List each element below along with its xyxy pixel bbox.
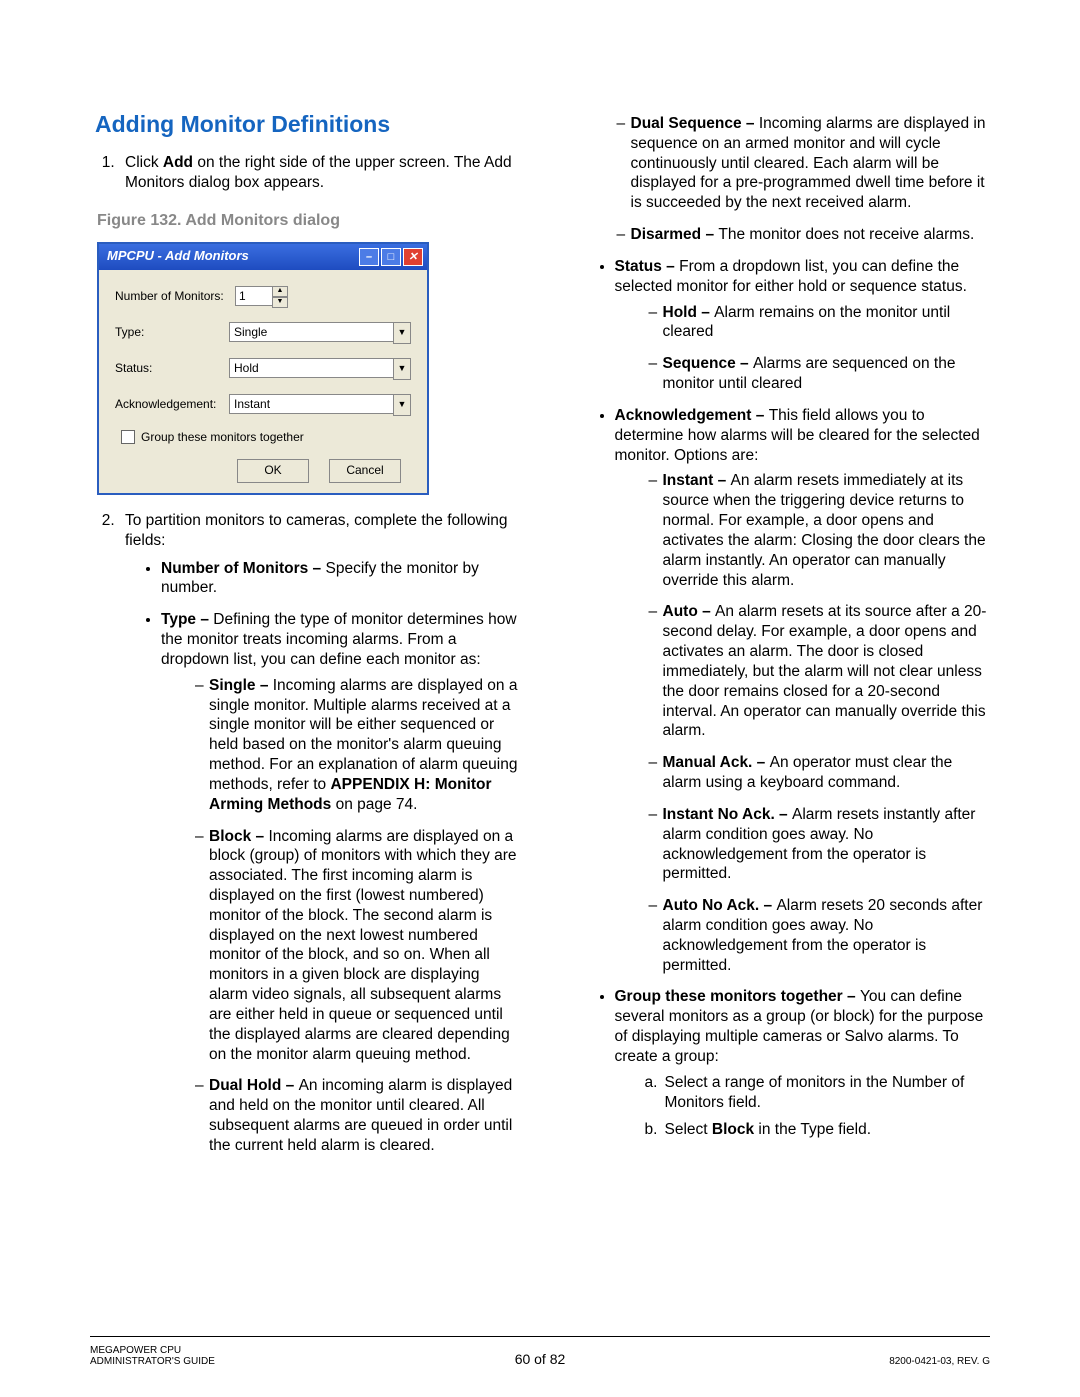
- type-lead: Type –: [161, 611, 213, 628]
- step2-intro: To partition monitors to cameras, comple…: [125, 512, 508, 549]
- page-number: 60 of 82: [90, 1351, 990, 1367]
- page-footer: MEGAPOWER CPU ADMINISTRATOR'S GUIDE 60 o…: [90, 1345, 990, 1367]
- seq-lead: Sequence –: [663, 355, 753, 372]
- ack-anoack: –Auto No Ack. – Alarm resets 20 seconds …: [649, 896, 991, 975]
- type-single: – Single – Incoming alarms are displayed…: [195, 676, 523, 815]
- section-heading: Adding Monitor Definitions: [95, 110, 523, 139]
- ok-button[interactable]: OK: [237, 459, 309, 483]
- status-dropdown[interactable]: ▼: [229, 358, 411, 380]
- type-dualhold: – Dual Hold – An incoming alarm is displ…: [195, 1076, 523, 1155]
- group-b-post: in the Type field.: [754, 1121, 871, 1138]
- field-ack: Acknowledgement – This field allows you …: [615, 406, 991, 976]
- dualhold-lead: Dual Hold –: [209, 1077, 299, 1094]
- step1-bold: Add: [163, 154, 193, 171]
- dropdown-arrow-icon[interactable]: ▼: [393, 322, 411, 344]
- num-monitors-spinner[interactable]: ▲ ▼: [235, 286, 411, 308]
- status-value[interactable]: [229, 358, 394, 378]
- group-b-pre: Select: [665, 1121, 712, 1138]
- manual-lead: Manual Ack. –: [663, 754, 770, 771]
- field-list-cont: Status – From a dropdown list, you can d…: [563, 257, 991, 1140]
- two-column-layout: Adding Monitor Definitions Click Add on …: [95, 110, 990, 1168]
- num-monitors-label: Number of Monitors:: [115, 289, 235, 304]
- instant-rest: An alarm resets immediately at its sourc…: [663, 472, 986, 588]
- status-seq: –Sequence – Alarms are sequenced on the …: [649, 354, 991, 394]
- block-lead: Block –: [209, 828, 268, 845]
- status-options: –Hold – Alarm remains on the monitor unt…: [615, 303, 991, 394]
- field-num-monitors: Number of Monitors – Specify the monitor…: [161, 559, 523, 599]
- ack-lead: Acknowledgement –: [615, 407, 769, 424]
- type-dualseq: – Dual Sequence – Incoming alarms are di…: [617, 114, 991, 213]
- ack-manual: –Manual Ack. – An operator must clear th…: [649, 753, 991, 793]
- type-options: – Single – Incoming alarms are displayed…: [161, 676, 523, 1156]
- dialog-title: MPCPU - Add Monitors: [107, 248, 357, 265]
- step-1: Click Add on the right side of the upper…: [119, 153, 523, 193]
- status-hold: –Hold – Alarm remains on the monitor unt…: [649, 303, 991, 343]
- figure-caption: Figure 132. Add Monitors dialog: [97, 211, 523, 231]
- instant-lead: Instant –: [663, 472, 731, 489]
- group-step-b: b.Select Block in the Type field.: [645, 1120, 991, 1140]
- right-column: – Dual Sequence – Incoming alarms are di…: [563, 110, 991, 1168]
- ack-instant: –Instant – An alarm resets immediately a…: [649, 471, 991, 590]
- type-rest: Defining the type of monitor determines …: [161, 611, 517, 668]
- footer-rule: [90, 1336, 990, 1337]
- procedure-list: Click Add on the right side of the upper…: [95, 153, 523, 193]
- procedure-list-cont: To partition monitors to cameras, comple…: [95, 511, 523, 1156]
- auto-lead: Auto –: [663, 603, 716, 620]
- single-lead: Single –: [209, 677, 273, 694]
- block-rest: Incoming alarms are displayed on a block…: [209, 828, 517, 1063]
- spinner-down-icon[interactable]: ▼: [272, 297, 288, 308]
- ack-options: –Instant – An alarm resets immediately a…: [615, 471, 991, 975]
- type-value[interactable]: [229, 322, 394, 342]
- dualseq-lead: Dual Sequence –: [631, 115, 759, 132]
- left-column: Adding Monitor Definitions Click Add on …: [95, 110, 523, 1168]
- cancel-button[interactable]: Cancel: [329, 459, 401, 483]
- group-steps: a.Select a range of monitors in the Numb…: [615, 1073, 991, 1140]
- type-disarmed: – Disarmed – The monitor does not receiv…: [617, 225, 991, 245]
- spinner-up-icon[interactable]: ▲: [272, 286, 288, 297]
- auto-rest: An alarm resets at its source after a 20…: [663, 603, 987, 739]
- close-icon[interactable]: ✕: [403, 248, 423, 266]
- disarmed-lead: Disarmed –: [631, 226, 719, 243]
- field-group: Group these monitors together – You can …: [615, 987, 991, 1140]
- ack-value[interactable]: [229, 394, 394, 414]
- page: Adding Monitor Definitions Click Add on …: [0, 0, 1080, 1397]
- disarmed-rest: The monitor does not receive alarms.: [718, 226, 974, 243]
- ack-dropdown[interactable]: ▼: [229, 394, 411, 416]
- single-tail: on page 74.: [331, 796, 417, 813]
- step1-pre: Click: [125, 154, 163, 171]
- group-step-a: a.Select a range of monitors in the Numb…: [645, 1073, 991, 1113]
- type-dropdown[interactable]: ▼: [229, 322, 411, 344]
- status-label: Status:: [115, 361, 229, 376]
- inoack-lead: Instant No Ack. –: [663, 806, 792, 823]
- status-lead: Status –: [615, 258, 680, 275]
- step-2: To partition monitors to cameras, comple…: [119, 511, 523, 1156]
- dialog-titlebar: MPCPU - Add Monitors – □ ✕: [99, 244, 427, 270]
- num-monitors-input[interactable]: [235, 286, 273, 306]
- dropdown-arrow-icon[interactable]: ▼: [393, 358, 411, 380]
- field-status: Status – From a dropdown list, you can d…: [615, 257, 991, 394]
- group-b-bold: Block: [712, 1121, 754, 1138]
- ack-label: Acknowledgement:: [115, 397, 229, 412]
- num-lead: Number of Monitors –: [161, 560, 325, 577]
- type-block: – Block – Incoming alarms are displayed …: [195, 827, 523, 1065]
- field-list: Number of Monitors – Specify the monitor…: [125, 559, 523, 1156]
- dialog-body: Number of Monitors: ▲ ▼: [99, 270, 427, 493]
- dropdown-arrow-icon[interactable]: ▼: [393, 394, 411, 416]
- field-type: Type – Defining the type of monitor dete…: [161, 610, 523, 1156]
- group-checkbox-label: Group these monitors together: [141, 430, 304, 445]
- type-options-cont: – Dual Sequence – Incoming alarms are di…: [563, 114, 991, 245]
- hold-lead: Hold –: [663, 304, 715, 321]
- ack-inoack: –Instant No Ack. – Alarm resets instantl…: [649, 805, 991, 884]
- group-lead: Group these monitors together –: [615, 988, 860, 1005]
- anoack-lead: Auto No Ack. –: [663, 897, 777, 914]
- maximize-icon[interactable]: □: [381, 248, 401, 266]
- ack-auto: –Auto – An alarm resets at its source af…: [649, 602, 991, 741]
- minimize-icon[interactable]: –: [359, 248, 379, 266]
- group-a-text: Select a range of monitors in the Number…: [665, 1073, 991, 1113]
- group-checkbox[interactable]: [121, 430, 135, 444]
- add-monitors-dialog: MPCPU - Add Monitors – □ ✕ Number of Mon…: [97, 242, 429, 495]
- type-label: Type:: [115, 325, 229, 340]
